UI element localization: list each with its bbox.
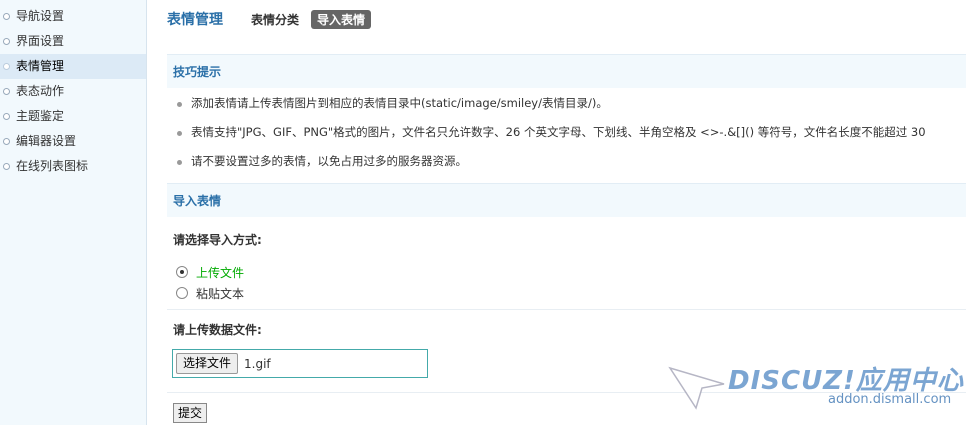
sidebar-item-nav-settings[interactable]: 导航设置 <box>0 4 146 29</box>
tips-list: 添加表情请上传表情图片到相应的表情目录中(static/image/smiley… <box>177 89 966 176</box>
watermark: DISCUZ!应用中心 addon.dismall.com <box>668 360 963 410</box>
upload-file-label: 请上传数据文件: <box>173 323 262 337</box>
radio-upload-file[interactable]: 上传文件 <box>176 263 244 281</box>
sidebar-item-label: 主题鉴定 <box>16 109 65 123</box>
radio-paste-text[interactable]: 粘贴文本 <box>176 284 244 302</box>
tip-item: 添加表情请上传表情图片到相应的表情目录中(static/image/smiley… <box>177 89 966 118</box>
bullet-icon <box>3 138 10 145</box>
sidebar-item-label: 编辑器设置 <box>16 134 77 148</box>
sidebar-item-label: 导航设置 <box>16 9 65 23</box>
tab-import-smiley[interactable]: 导入表情 <box>311 9 372 29</box>
tips-header: 技巧提示 <box>167 54 966 88</box>
sidebar-item-ui-settings[interactable]: 界面设置 <box>0 29 146 54</box>
sidebar-item-label: 界面设置 <box>16 34 65 48</box>
page-header: 表情管理 表情分类 导入表情 <box>167 8 383 30</box>
bullet-icon <box>3 38 10 45</box>
sidebar-item-online-icons[interactable]: 在线列表图标 <box>0 154 146 179</box>
radio-label: 粘贴文本 <box>196 286 245 301</box>
page-title: 表情管理 <box>167 12 223 28</box>
sidebar-item-thread-stamp[interactable]: 主题鉴定 <box>0 104 146 129</box>
submit-button[interactable]: 提交 <box>173 403 208 423</box>
cursor-arrow-icon <box>668 366 725 410</box>
sidebar-item-smiley-management[interactable]: 表情管理 <box>0 54 146 79</box>
tip-item: 表情支持"JPG、GIF、PNG"格式的图片，文件名只允许数字、26 个英文字母… <box>177 118 966 147</box>
import-header: 导入表情 <box>167 183 966 217</box>
choose-file-button[interactable]: 选择文件 <box>176 353 239 374</box>
bullet-icon <box>3 163 10 170</box>
sidebar: 导航设置 界面设置 表情管理 表态动作 主题鉴定 编辑器设置 在线列表图标 <box>0 0 147 425</box>
sidebar-item-reactions[interactable]: 表态动作 <box>0 79 146 104</box>
sidebar-item-label: 表态动作 <box>16 84 65 98</box>
radio-unchecked-icon[interactable] <box>176 287 188 299</box>
watermark-url: addon.dismall.com <box>828 392 952 407</box>
file-input[interactable]: 选择文件 1.gif <box>172 349 428 378</box>
bullet-icon <box>3 63 10 70</box>
tab-smiley-categories[interactable]: 表情分类 <box>251 11 299 28</box>
file-name: 1.gif <box>244 356 271 371</box>
radio-checked-icon[interactable] <box>176 266 188 278</box>
import-method-label: 请选择导入方式: <box>173 233 262 247</box>
radio-label: 上传文件 <box>196 265 245 280</box>
sidebar-item-label: 在线列表图标 <box>16 159 89 173</box>
sidebar-item-editor-settings[interactable]: 编辑器设置 <box>0 129 146 154</box>
sidebar-item-label: 表情管理 <box>16 59 65 73</box>
bullet-icon <box>3 88 10 95</box>
bullet-icon <box>3 13 10 20</box>
divider <box>167 309 966 310</box>
tip-item: 请不要设置过多的表情，以免占用过多的服务器资源。 <box>177 147 966 176</box>
bullet-icon <box>3 113 10 120</box>
